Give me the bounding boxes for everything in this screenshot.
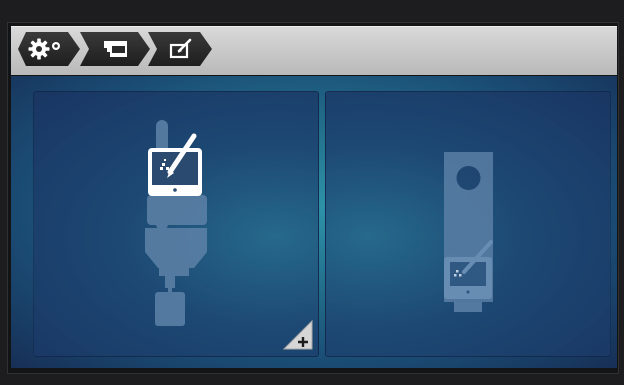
breadcrumb-settings[interactable]	[18, 32, 80, 66]
sewing-machine-icon	[101, 38, 131, 60]
edit-screen-icon	[168, 38, 194, 60]
embroidery-unit-edit-icon	[145, 120, 207, 326]
panel-sewing-edit[interactable]	[325, 91, 611, 357]
sewing-unit-edit-icon	[444, 152, 493, 312]
breadcrumb-edit[interactable]	[148, 32, 212, 66]
add-button[interactable]	[283, 320, 313, 350]
panel-embroidery-edit[interactable]	[33, 91, 319, 357]
settings-icon	[27, 37, 67, 61]
breadcrumb-sewing[interactable]	[80, 32, 150, 66]
